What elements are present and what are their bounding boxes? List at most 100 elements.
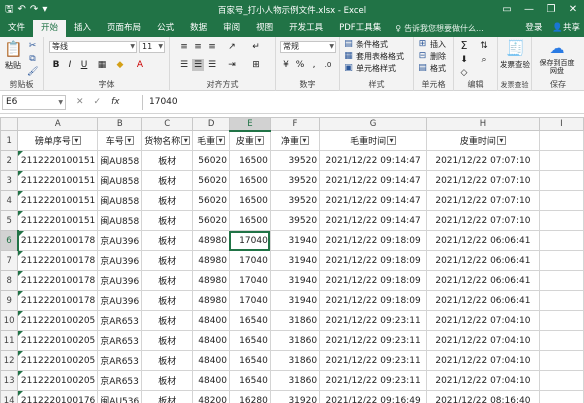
column-header-g[interactable]: G [319,117,428,131]
save-icon[interactable]: 🖫 [5,0,14,20]
align-bottom-button[interactable]: ≡ [206,41,218,53]
cell[interactable]: 48400 [192,350,230,371]
cell[interactable]: 48980 [192,290,230,311]
cell[interactable]: 2021/12/22 07:07:10 [426,150,540,171]
cell[interactable]: 2021/12/22 09:23:11 [319,330,428,351]
column-header-f[interactable]: F [269,117,321,131]
cell[interactable]: 2112220100176 [17,390,99,403]
cell[interactable]: 京AR653 [97,330,143,351]
header-cell[interactable]: 毛重 ▼ [192,130,230,151]
cell[interactable]: 2021/12/22 09:16:49 [319,390,428,403]
cell[interactable]: 京AU396 [97,230,143,251]
cell[interactable]: 16540 [228,310,271,331]
cell[interactable]: 16540 [228,330,271,351]
border-button[interactable]: ▦ [96,59,108,71]
row-header[interactable]: 6 [0,230,19,251]
cell[interactable]: 48400 [192,370,230,391]
column-header-i[interactable]: I [538,117,584,131]
restore-button[interactable]: ❐ [540,0,562,20]
align-top-button[interactable]: ≡ [178,41,190,53]
italic-button[interactable]: I [64,59,76,71]
copy-button[interactable]: ⧉ [27,54,38,65]
tab-formulas[interactable]: 公式 [149,20,182,37]
align-left-button[interactable]: ☰ [178,59,190,71]
fill-color-button[interactable]: ◆ [114,59,126,71]
row-header[interactable]: 5 [0,210,19,231]
cell[interactable]: 31920 [269,390,321,403]
cell[interactable]: 板材 [141,370,194,391]
comma-button[interactable]: , [308,59,320,71]
cell[interactable]: 2021/12/22 06:06:41 [426,270,540,291]
cell[interactable]: 2021/12/22 07:07:10 [426,190,540,211]
cell-style-button[interactable]: ▣ 单元格样式 [343,63,396,74]
cell[interactable]: 2021/12/22 09:18:09 [319,250,428,271]
row-header[interactable]: 8 [0,270,19,291]
cell[interactable]: 16540 [228,370,271,391]
font-name-select[interactable]: 等线 ▼ [49,41,137,53]
cell[interactable]: 2021/12/22 09:23:11 [319,370,428,391]
empty-cell[interactable] [538,370,584,391]
cell[interactable]: 2112220100151 [17,190,99,211]
row-header[interactable]: 7 [0,250,19,271]
cell[interactable]: 39520 [269,210,321,231]
cell[interactable]: 板材 [141,210,194,231]
cell[interactable]: 2021/12/22 09:18:09 [319,230,428,251]
cell[interactable]: 39520 [269,190,321,211]
empty-cell[interactable] [538,290,584,311]
cell[interactable]: 闽AU858 [97,150,143,171]
row-header[interactable]: 10 [0,310,19,331]
cell[interactable]: 2021/12/22 08:16:40 [426,390,540,403]
filter-dropdown-icon[interactable]: ▼ [216,136,226,145]
share-button[interactable]: 👤共享 [552,20,580,37]
header-cell[interactable]: 磅单序号 ▼ [17,130,99,151]
empty-cell[interactable] [538,330,584,351]
select-all-corner[interactable] [0,117,19,131]
header-cell[interactable]: 车号 ▼ [97,130,143,151]
cell[interactable]: 板材 [141,350,194,371]
merge-center-button[interactable]: ⊞ [250,59,262,71]
name-box[interactable]: E6 ▼ [2,95,66,110]
cell[interactable]: 2021/12/22 09:14:47 [319,190,428,211]
cancel-icon[interactable]: ✕ [76,95,84,110]
cell[interactable]: 京AU396 [97,290,143,311]
cell[interactable]: 京AR653 [97,370,143,391]
cell[interactable]: 京AU396 [97,270,143,291]
empty-cell[interactable] [538,210,584,231]
align-middle-button[interactable]: ≡ [192,41,204,53]
cell[interactable]: 48980 [192,270,230,291]
row-header[interactable]: 14 [0,390,19,403]
cell[interactable]: 2112220100151 [17,170,99,191]
decimal-button[interactable]: .0 [322,59,334,71]
format-painter-button[interactable]: 🖌 [27,67,38,78]
empty-cell[interactable] [538,150,584,171]
cell[interactable]: 2021/12/22 06:06:41 [426,250,540,271]
cell[interactable]: 板材 [141,270,194,291]
empty-cell[interactable] [538,310,584,331]
currency-button[interactable]: ¥ [280,59,292,71]
filter-dropdown-icon[interactable]: ▼ [299,136,309,145]
cell[interactable]: 2112220100151 [17,210,99,231]
header-cell[interactable]: 毛重时间 ▼ [319,130,428,151]
cell[interactable]: 京AU396 [97,250,143,271]
empty-cell[interactable] [538,350,584,371]
cell[interactable]: 16500 [228,150,271,171]
cell[interactable]: 17040 [228,290,271,311]
column-header-d[interactable]: D [192,117,230,131]
sort-filter-button[interactable]: ⇅ [478,40,490,52]
percent-button[interactable]: % [294,59,306,71]
insert-cells-button[interactable]: ⊞ 插入 [417,39,446,50]
confirm-icon[interactable]: ✓ [94,95,102,110]
header-cell[interactable]: 皮重时间 ▼ [426,130,540,151]
tab-page-layout[interactable]: 页面布局 [99,20,149,37]
customize-qat-icon[interactable]: ▾ [42,0,47,20]
cell[interactable]: 板材 [141,390,194,403]
cell[interactable]: 闽AU858 [97,170,143,191]
row-header[interactable]: 11 [0,330,19,351]
cell[interactable]: 2021/12/22 07:07:10 [426,170,540,191]
find-select-button[interactable]: ⌕ [478,54,490,66]
cell[interactable]: 16540 [228,350,271,371]
column-header-c[interactable]: C [141,117,194,131]
close-button[interactable]: ✕ [562,0,584,20]
cell[interactable]: 48980 [192,230,230,251]
cell[interactable]: 2112220100205 [17,310,99,331]
